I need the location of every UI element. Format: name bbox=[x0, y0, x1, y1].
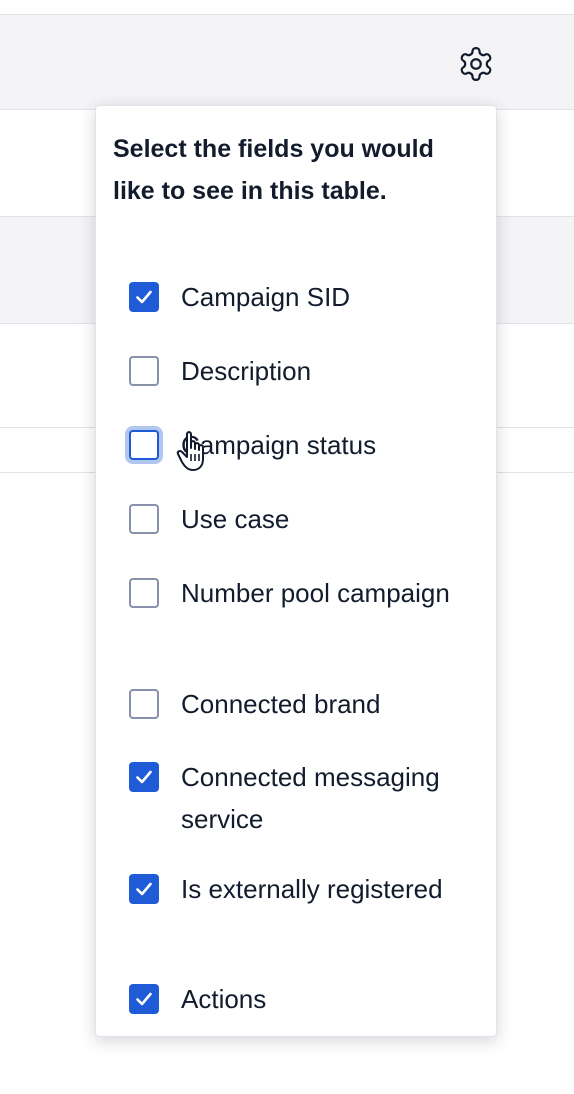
field-option[interactable]: Use case bbox=[96, 498, 496, 540]
field-label: Is externally registered bbox=[181, 874, 443, 904]
field-label: Connected messaging service bbox=[181, 762, 440, 834]
field-checkbox[interactable] bbox=[129, 430, 159, 460]
checkmark-icon bbox=[136, 770, 152, 784]
field-label: Use case bbox=[181, 504, 290, 534]
field-checkbox[interactable] bbox=[129, 356, 159, 386]
field-option[interactable]: Number pool campaign bbox=[96, 572, 496, 656]
field-checkbox[interactable] bbox=[129, 984, 159, 1014]
field-option[interactable]: Description bbox=[96, 350, 496, 392]
field-label: Number pool campaign bbox=[181, 578, 450, 608]
field-option[interactable]: Connected brand bbox=[96, 683, 496, 725]
field-option[interactable]: Campaign status bbox=[96, 424, 496, 466]
popover-heading: Select the fields you would like to see … bbox=[113, 135, 434, 205]
field-checkbox[interactable] bbox=[129, 282, 159, 312]
field-option[interactable]: Is externally registered bbox=[96, 868, 496, 952]
field-label: Description bbox=[181, 356, 312, 386]
column-settings-button[interactable] bbox=[456, 44, 496, 84]
field-option[interactable]: Actions bbox=[96, 978, 496, 1020]
field-checkbox[interactable] bbox=[129, 578, 159, 608]
checkmark-icon bbox=[136, 882, 152, 896]
checkmark-icon bbox=[136, 290, 152, 304]
field-option[interactable]: Connected messaging service bbox=[96, 756, 496, 840]
field-label: Actions bbox=[181, 984, 267, 1014]
gear-icon bbox=[460, 47, 492, 81]
field-checkbox[interactable] bbox=[129, 504, 159, 534]
field-label: Connected brand bbox=[181, 689, 381, 719]
field-option[interactable]: Campaign SID bbox=[96, 276, 496, 318]
field-checkbox[interactable] bbox=[129, 874, 159, 904]
checkmark-icon bbox=[136, 992, 152, 1006]
field-label: Campaign SID bbox=[181, 282, 351, 312]
column-picker-popover: Select the fields you would like to see … bbox=[95, 105, 497, 1037]
field-checkbox[interactable] bbox=[129, 762, 159, 792]
field-label: Campaign status bbox=[181, 430, 377, 460]
field-checkbox[interactable] bbox=[129, 689, 159, 719]
